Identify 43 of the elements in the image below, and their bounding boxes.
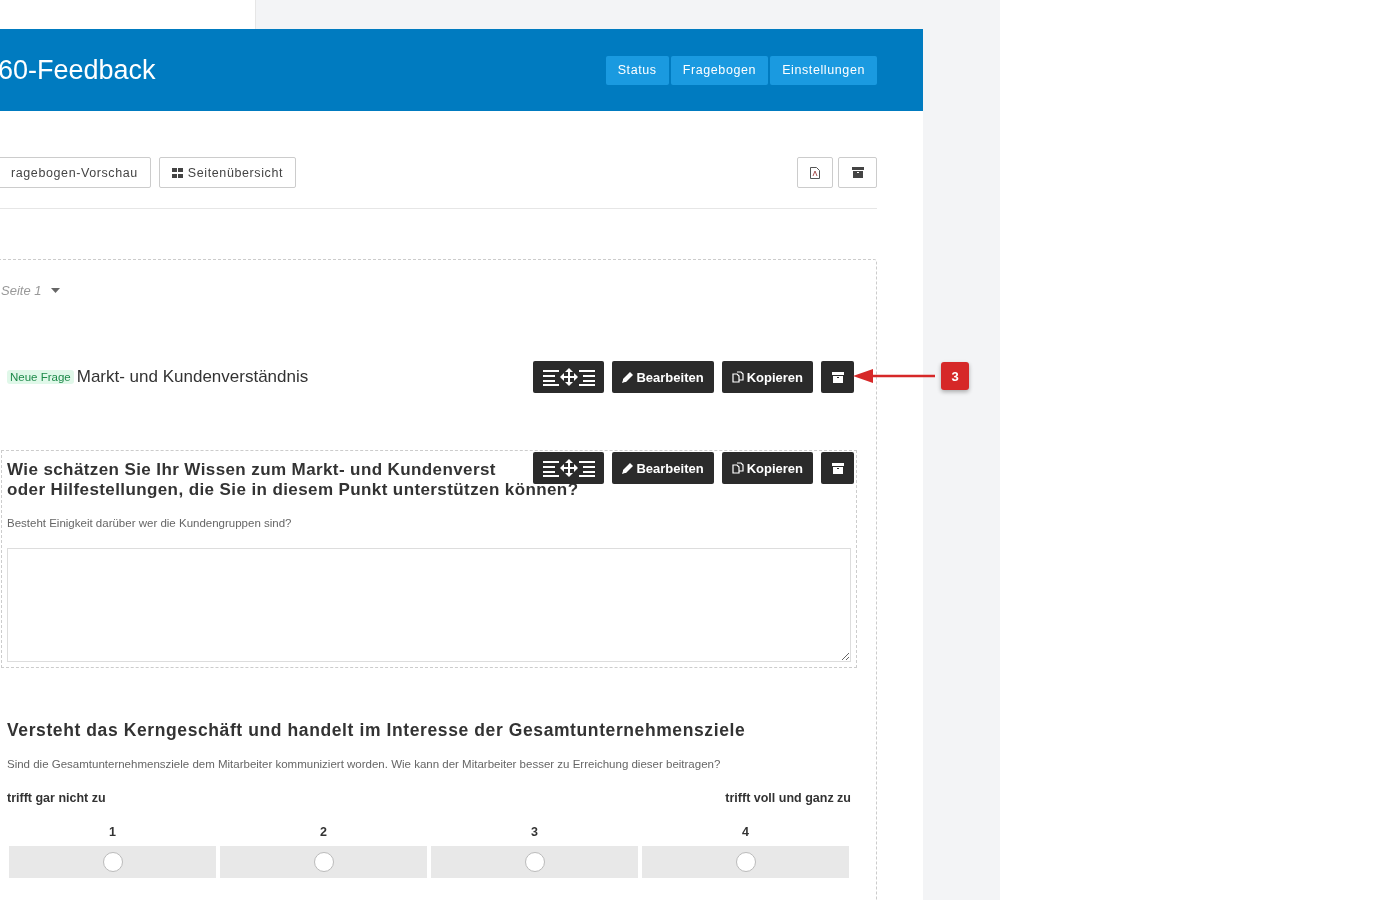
page-title: 60-Feedback [0,54,156,86]
scale-low-label: trifft gar nicht zu [7,790,106,807]
archive-icon [851,167,864,178]
archive-icon [831,371,844,383]
reorder-move-icon [542,459,595,477]
new-question-badge: Neue Frage [7,370,74,384]
archive-icon [831,462,844,474]
scale-number: 3 [531,824,538,841]
move-button[interactable] [533,452,605,484]
scale-number: 4 [742,824,749,841]
copy-button[interactable]: Kopieren [721,361,813,393]
reorder-move-icon [542,368,595,386]
edit-button[interactable]: Bearbeiten [612,361,714,393]
question-description: Sind die Gesamtunternehmensziele dem Mitarbeiter kommuniziert worden. Wie kann der Mitarbeiter besser zu Erreichung dieser beitragen? [7,757,722,772]
copy-icon [731,462,744,474]
radio-button[interactable] [735,852,756,872]
grid-icon [171,167,183,178]
copy-icon [731,371,744,383]
copy-button[interactable]: Kopieren [721,452,813,484]
toolbar-button[interactable]: ragebogen-Vorschau [0,157,151,188]
scale-high-label: trifft voll und ganz zu [725,790,851,807]
scale-number: 1 [109,824,116,841]
question-title: Wie schätzen Sie Ihr Wissen zum Markt- und Kundenverst [7,460,496,479]
radio-button[interactable] [102,852,123,872]
radio-button[interactable] [313,852,334,872]
edit-button[interactable]: Bearbeiten [612,452,714,484]
question-title: oder Hilfestellungen, die Sie in diesem Punkt unterstützen können? [7,480,579,499]
step-number-badge: 3 [941,362,969,390]
pdf-file-icon [810,166,820,179]
pdf-button[interactable] [797,157,833,188]
question-title: Versteht das Kerngeschäft und handelt im Interesse der Gesamtunternehmensziele [7,719,747,742]
radio-button[interactable] [524,852,545,872]
archive-button[interactable] [821,452,854,484]
archive-button[interactable] [838,157,877,188]
toolbar-button[interactable]: Seitenübersicht [158,157,297,188]
scale-number: 2 [320,824,327,841]
pencil-icon [622,462,634,474]
question-description: Besteht Einigkeit darüber wer die Kundengruppen sind? [7,516,293,531]
caret-icon[interactable] [51,287,61,293]
pencil-icon [622,371,634,383]
move-button[interactable] [533,361,605,393]
archive-button[interactable] [821,361,854,393]
question-title: Markt- und Kundenverständnis [76,367,309,387]
